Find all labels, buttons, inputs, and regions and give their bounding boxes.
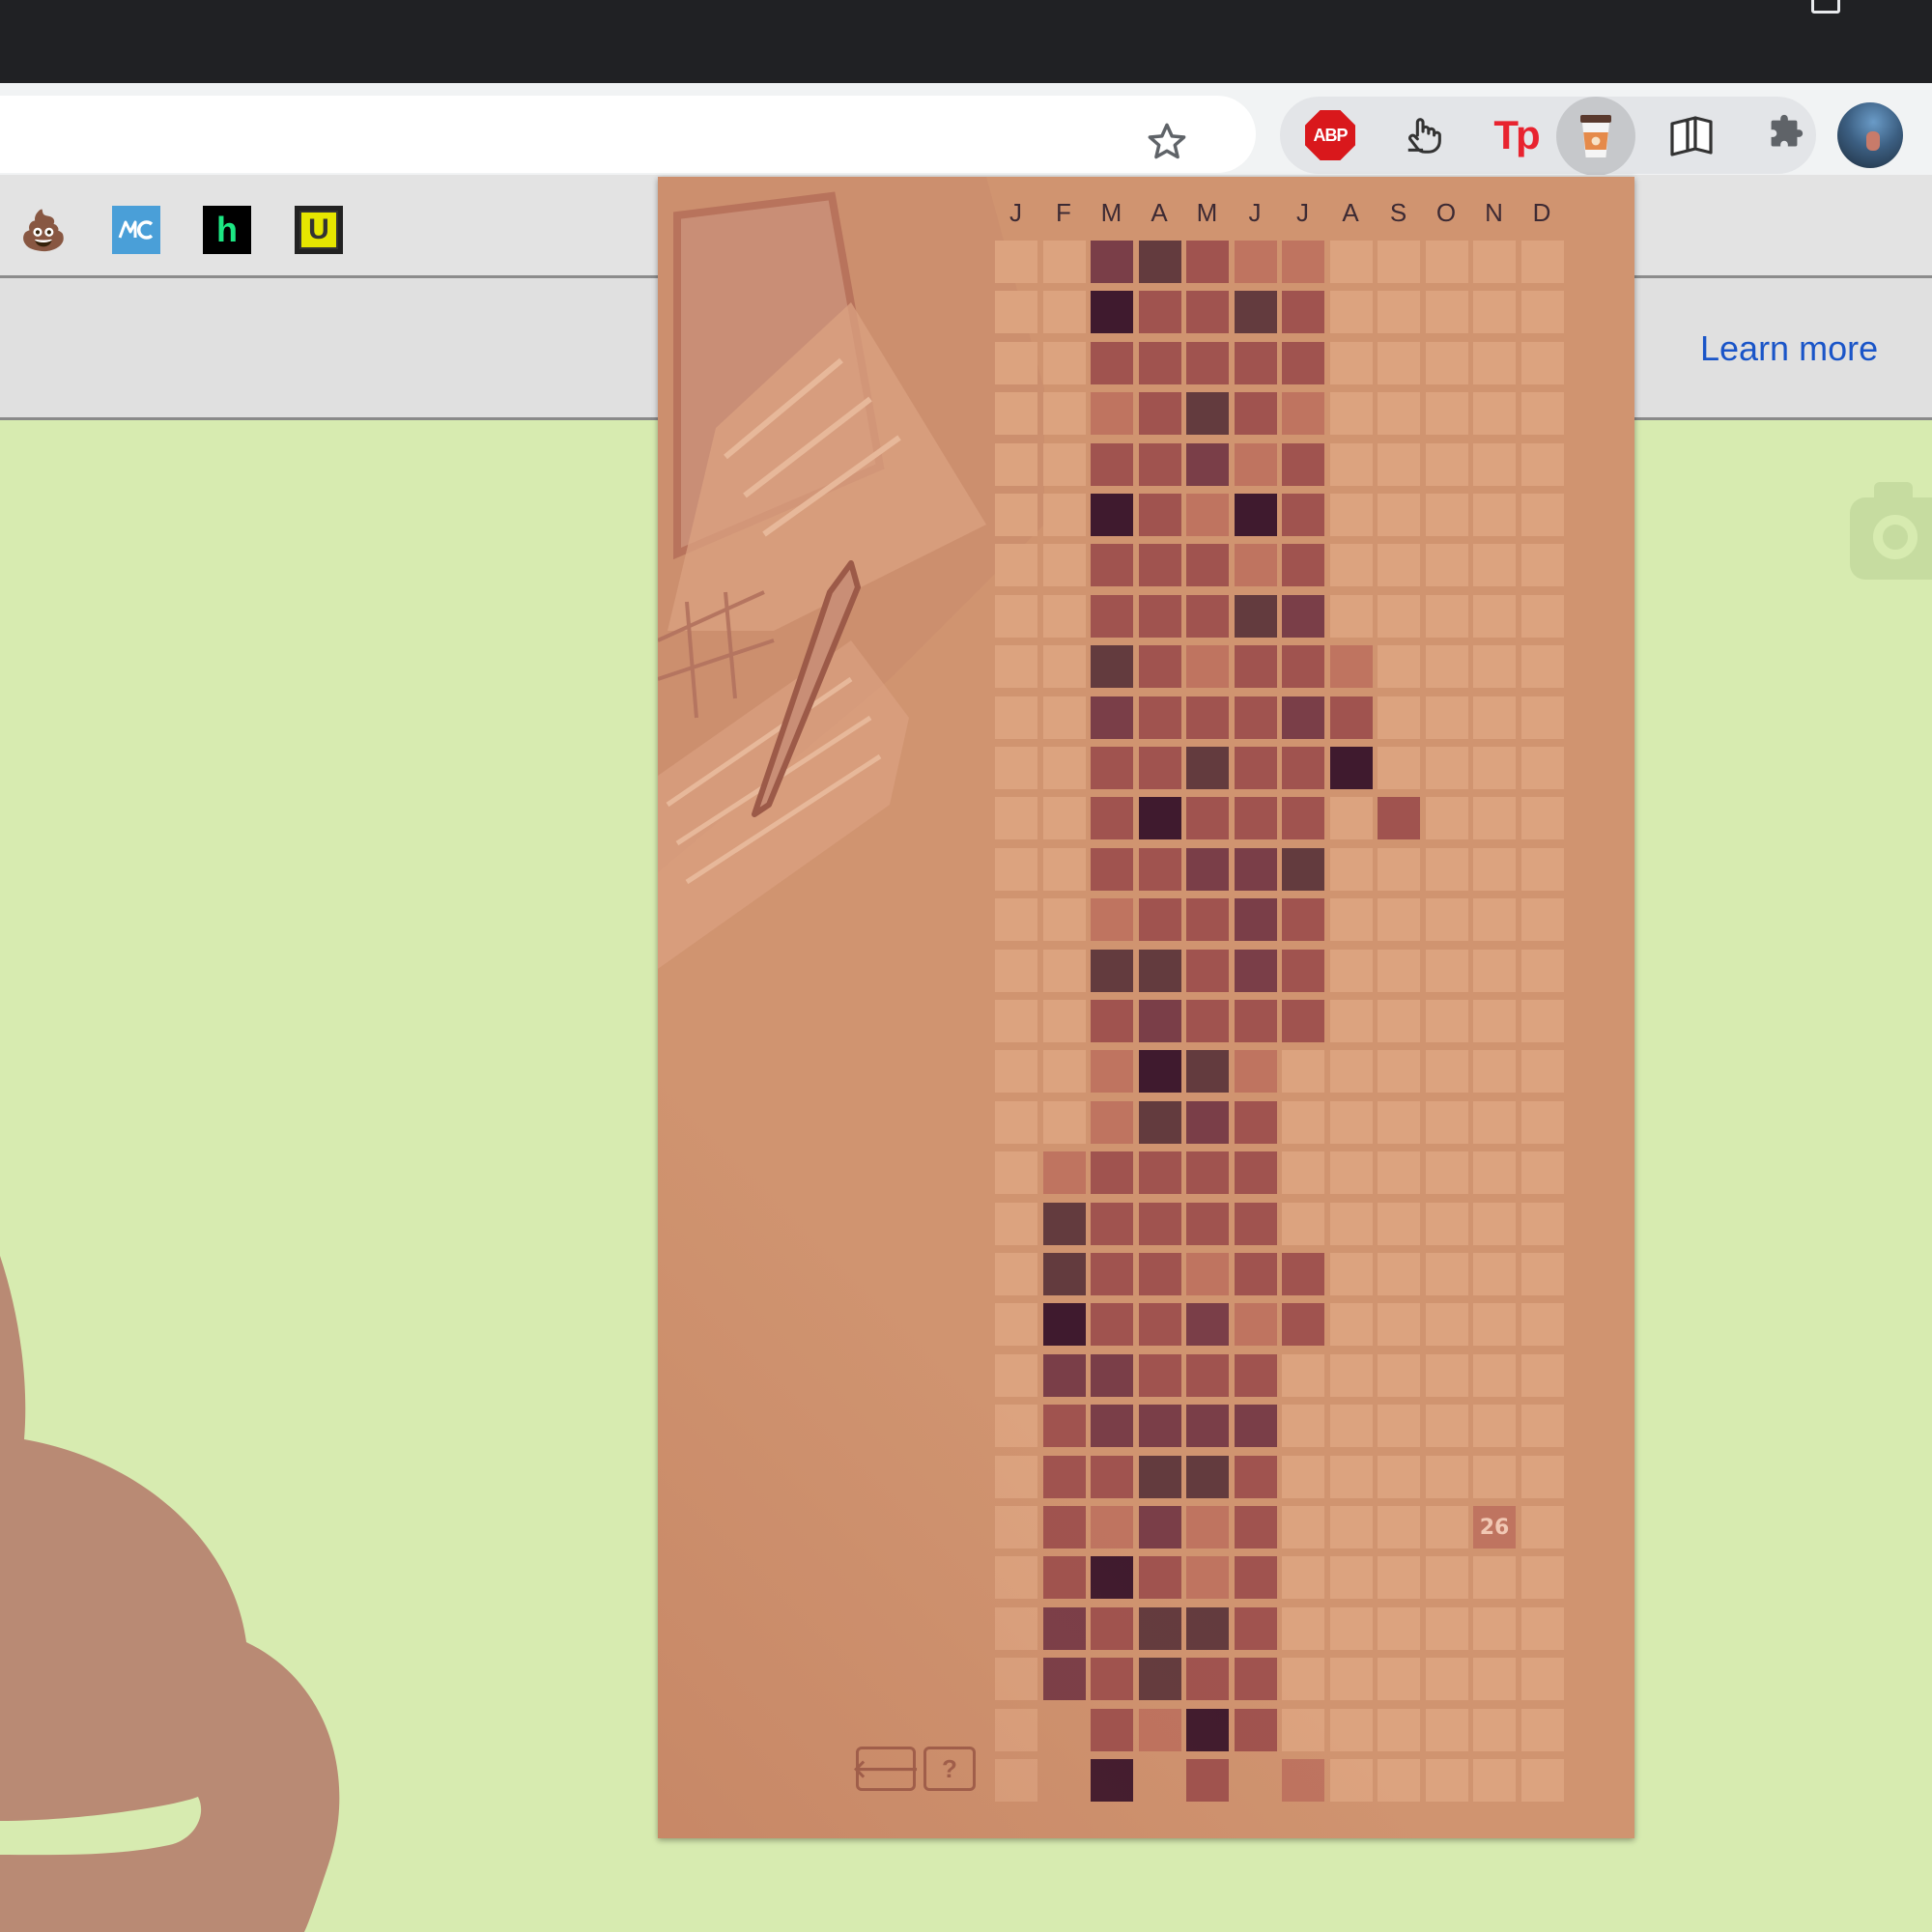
coffee-cup-icon[interactable]	[1556, 97, 1635, 176]
u-bookmark-icon[interactable]: U	[295, 206, 343, 254]
poop-bookmark-icon[interactable]: 💩	[19, 206, 68, 254]
extensions-puzzle-icon[interactable]	[1753, 104, 1815, 166]
year-in-pixels-popup: JFMAMJJASOND 26 🡐 ?	[658, 177, 1634, 1838]
learn-more-link[interactable]: Learn more	[1700, 328, 1878, 369]
tp-icon[interactable]: Tp	[1485, 104, 1547, 166]
extensions-group: ABP Tp	[1280, 97, 1816, 176]
browser-titlebar	[0, 0, 1932, 83]
window-restore-icon[interactable]	[1811, 0, 1840, 14]
adblock-label: ABP	[1305, 110, 1355, 160]
address-bar[interactable]	[0, 96, 1256, 173]
adblock-plus-icon[interactable]: ABP	[1299, 104, 1361, 166]
profile-avatar[interactable]	[1837, 102, 1903, 168]
camera-icon[interactable]	[1850, 482, 1932, 580]
hand-pointer-icon[interactable]	[1394, 104, 1456, 166]
mc-bookmark-icon[interactable]	[112, 206, 160, 254]
bookmark-star-icon[interactable]	[1145, 120, 1189, 164]
browser-toolbar: ABP Tp	[0, 83, 1932, 176]
poop-illustration	[0, 1256, 340, 1932]
hulu-bookmark-icon[interactable]: h	[203, 206, 251, 254]
u-bookmark-label: U	[299, 211, 338, 249]
popup-shade	[658, 177, 1634, 1838]
book-reader-icon[interactable]	[1661, 104, 1722, 166]
